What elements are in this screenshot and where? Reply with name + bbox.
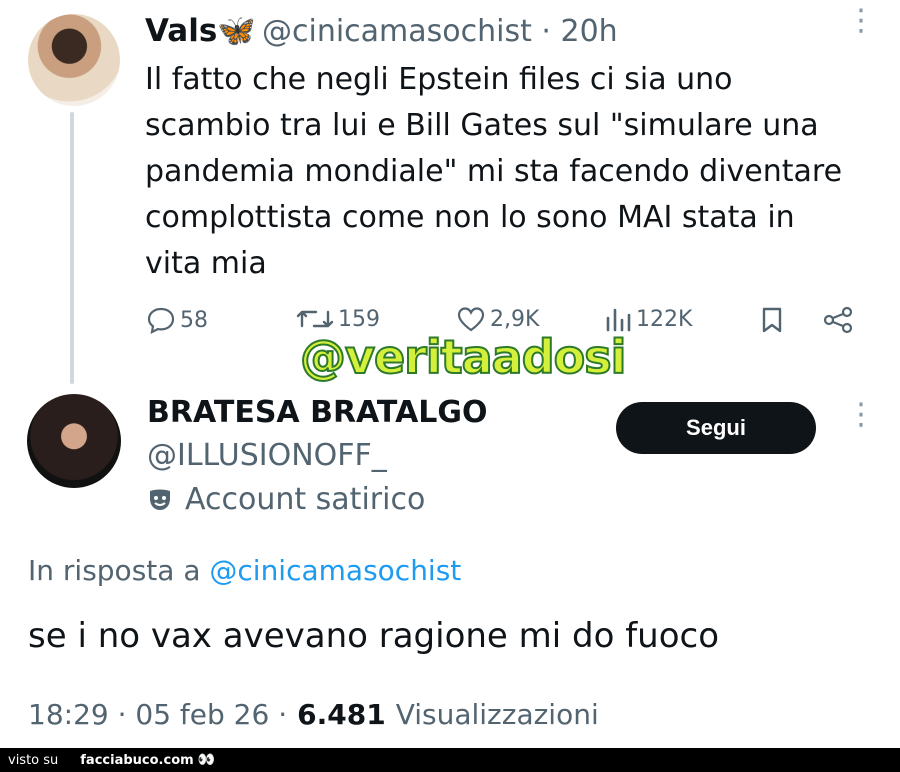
reply-icon	[147, 307, 175, 334]
bookmark-icon	[762, 307, 782, 333]
reply-author-name[interactable]: BRATESA BRATALGO	[147, 395, 488, 430]
analytics-icon	[606, 308, 631, 332]
like-count: 2,9K	[490, 306, 540, 332]
masks-icon	[150, 489, 170, 510]
satire-label-text: Account satirico	[185, 482, 426, 517]
retweet-action[interactable]: 159	[296, 306, 380, 332]
tweet-text: Il fatto che negli Epstein files ci sia …	[145, 62, 843, 281]
avatar-vals[interactable]	[28, 14, 120, 106]
in-reply-mention[interactable]: @cinicamasochist	[209, 554, 461, 587]
tweet-author-name[interactable]: Vals🦋	[145, 12, 256, 49]
heart-icon	[457, 307, 485, 332]
more-options-icon[interactable]: ⋮	[846, 6, 876, 36]
more-options-icon[interactable]: ⋮	[846, 400, 876, 430]
author-name-text: Vals	[145, 13, 218, 49]
reply-views-label: Visualizzazioni	[395, 698, 599, 731]
butterfly-icon: 🦋	[217, 13, 256, 49]
footer-bar: visto su facciabuco.com 👀	[0, 748, 900, 772]
reply-view-count: 6.481	[297, 698, 386, 731]
reply-meta: 18:29 · 05 feb 26 · 6.481 Visualizzazion…	[28, 698, 599, 731]
views-count: 122K	[636, 306, 693, 332]
reply-author-handle[interactable]: @ILLUSIONOFF_	[147, 438, 387, 473]
follow-button[interactable]: Segui	[616, 402, 816, 454]
reply-count: 58	[180, 307, 208, 333]
satire-label: Account satirico	[147, 482, 425, 517]
share-icon	[823, 306, 853, 334]
avatar-bratesa[interactable]	[27, 394, 121, 488]
reply-timestamp[interactable]: 18:29 · 05 feb 26 ·	[28, 698, 287, 731]
in-reply-prefix: In risposta a	[28, 554, 201, 587]
watermark-text: @veritaadosi	[299, 329, 627, 385]
retweet-count: 159	[338, 306, 380, 332]
like-action[interactable]: 2,9K	[456, 306, 539, 332]
thread-connector-line	[70, 112, 74, 384]
tweet-handle-time[interactable]: @cinicamasochist · 20h	[262, 14, 618, 49]
footer-site[interactable]: facciabuco.com	[80, 753, 193, 768]
reply-action[interactable]: 58	[146, 306, 208, 334]
eyes-icon: 👀	[197, 752, 216, 768]
bookmark-action[interactable]	[760, 306, 784, 334]
share-action[interactable]	[822, 306, 854, 334]
views-action[interactable]: 122K	[604, 306, 692, 332]
retweet-icon	[296, 310, 334, 328]
footer-prefix: visto su	[8, 752, 59, 768]
reply-text: se i no vax avevano ragione mi do fuoco	[28, 616, 720, 656]
in-reply-to: In risposta a @cinicamasochist	[28, 554, 461, 587]
